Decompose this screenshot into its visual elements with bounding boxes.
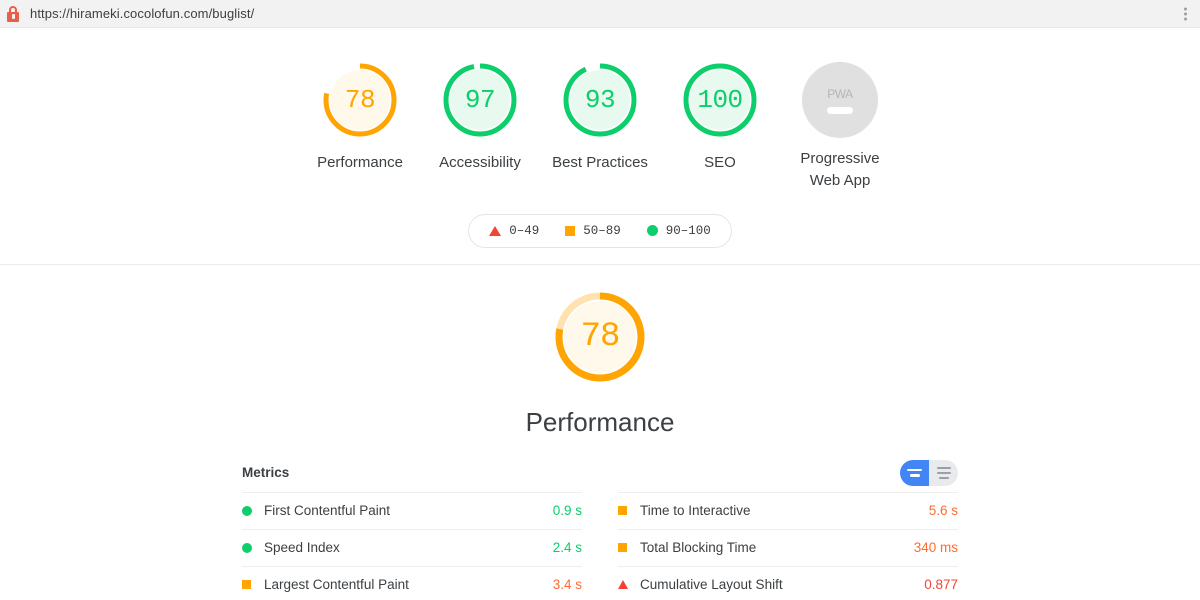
metric-value: 0.877 — [924, 576, 958, 592]
gauge-score-seo: 100 — [697, 85, 743, 115]
performance-big-title: Performance — [525, 406, 675, 437]
square-icon — [242, 579, 264, 589]
square-icon — [618, 506, 640, 515]
metric-name: Speed Index — [264, 540, 340, 555]
metric-row[interactable]: First Contentful Paint 0.9 s — [242, 491, 582, 529]
legend-range-low: 0–49 — [509, 223, 540, 238]
score-legend: 0–49 50–89 90–100 — [0, 213, 1200, 248]
legend-range-medium: 50–89 — [583, 223, 621, 238]
gauge-score-performance: 78 — [344, 85, 376, 115]
gauge-score-accessibility: 97 — [464, 85, 496, 115]
gauge-best-practices[interactable]: 93 Best Practices — [540, 58, 660, 174]
circle-icon — [242, 505, 264, 516]
gauge-ring-accessibility: 97 — [438, 58, 522, 142]
metrics-heading: Metrics — [242, 465, 290, 480]
metric-name: Cumulative Layout Shift — [640, 576, 783, 592]
browser-url-bar[interactable]: https://hirameki.cocolofun.com/buglist/ — [0, 0, 1200, 28]
metric-value: 3.4 s — [552, 576, 582, 592]
metric-row[interactable]: Speed Index 2.4 s — [242, 528, 582, 566]
metrics-column-left: First Contentful Paint 0.9 s Speed Index… — [242, 491, 582, 600]
performance-section: 78 Performance Metrics First Contentful … — [0, 265, 1200, 600]
metric-value: 0.9 s — [552, 503, 582, 518]
gauge-label-best-practices: Best Practices — [552, 154, 648, 171]
metric-name: Largest Contentful Paint — [264, 576, 409, 592]
legend-item-medium: 50–89 — [565, 224, 621, 238]
metric-row[interactable]: Time to Interactive 5.6 s — [618, 491, 958, 529]
metric-row[interactable]: Total Blocking Time 340 ms — [618, 528, 958, 566]
gauge-performance[interactable]: 78 Performance — [300, 58, 420, 174]
metrics-column-right: Time to Interactive 5.6 s Total Blocking… — [618, 491, 958, 600]
gauge-label-performance: Performance — [317, 154, 403, 171]
circle-icon — [646, 225, 658, 236]
pwa-badge-icon: PWA — [802, 62, 878, 138]
gauge-ring-seo: 100 — [678, 58, 762, 142]
pwa-dash-icon — [827, 106, 853, 114]
square-icon — [565, 225, 576, 236]
circle-icon — [242, 542, 264, 553]
metric-row[interactable]: Largest Contentful Paint 3.4 s — [242, 565, 582, 600]
metrics-view-toggle[interactable] — [900, 459, 958, 486]
metric-name: Time to Interactive — [640, 503, 751, 518]
insecure-lock-icon[interactable] — [6, 5, 20, 22]
category-gauges: 78 Performance 97 Accessibility 93 Best … — [0, 58, 1200, 192]
list-view-icon[interactable] — [929, 459, 958, 486]
gauge-accessibility[interactable]: 97 Accessibility — [420, 58, 540, 174]
triangle-icon — [489, 225, 502, 236]
url-text: https://hirameki.cocolofun.com/buglist/ — [30, 6, 255, 21]
gauge-seo[interactable]: 100 SEO — [660, 58, 780, 174]
gauge-label-seo: SEO — [704, 154, 736, 171]
gauge-label-pwa: Progressive Web App — [800, 150, 880, 189]
metric-value: 2.4 s — [552, 540, 582, 555]
legend-item-low: 0–49 — [489, 224, 539, 238]
metric-row[interactable]: Cumulative Layout Shift 0.877 — [618, 565, 958, 600]
performance-big-gauge: 78 — [550, 287, 650, 387]
legend-item-high: 90–100 — [646, 223, 711, 238]
metric-name: First Contentful Paint — [264, 503, 391, 518]
metric-value: 340 ms — [913, 540, 958, 555]
gauge-label-accessibility: Accessibility — [439, 154, 521, 171]
expanded-view-icon[interactable] — [900, 459, 929, 486]
triangle-icon — [618, 579, 640, 589]
gauge-ring-best-practices: 93 — [558, 58, 642, 142]
legend-range-high: 90–100 — [665, 223, 711, 238]
gauge-ring-performance: 78 — [318, 58, 402, 142]
performance-big-score: 78 — [580, 317, 621, 356]
kebab-menu-icon[interactable] — [1178, 7, 1192, 20]
square-icon — [618, 543, 640, 552]
pwa-badge-text: PWA — [827, 86, 853, 101]
metric-name: Total Blocking Time — [640, 540, 757, 555]
metric-value: 5.6 s — [928, 503, 958, 518]
metrics-panel: Metrics First Contentful Paint 0.9 s Spe… — [242, 459, 958, 600]
gauge-pwa[interactable]: PWA Progressive Web App — [780, 58, 900, 192]
lighthouse-summary: 78 Performance 97 Accessibility 93 Best … — [0, 28, 1200, 265]
gauge-score-best-practices: 93 — [584, 85, 616, 115]
